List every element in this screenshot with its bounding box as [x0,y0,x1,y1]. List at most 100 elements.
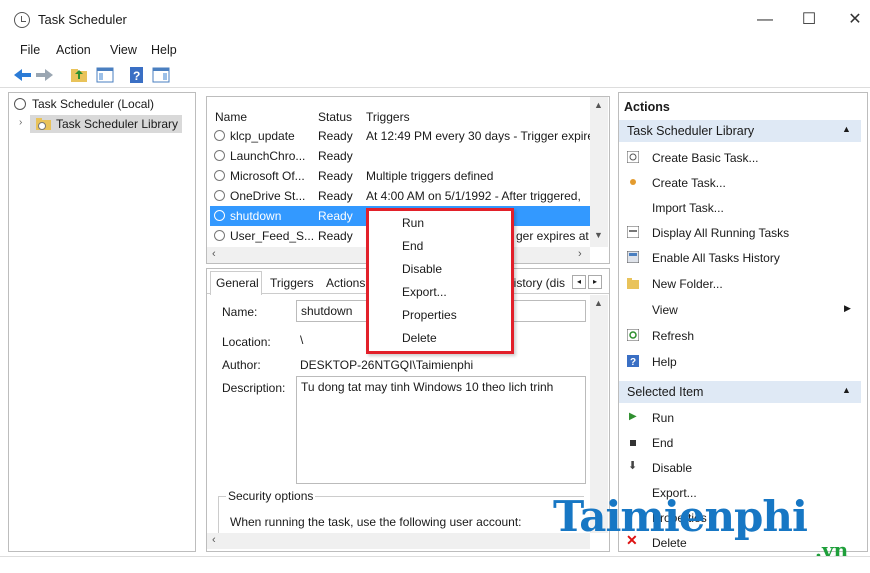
clock-icon [214,190,225,201]
context-menu [366,208,514,354]
create-basic-task-icon [627,151,639,163]
section-title: Task Scheduler Library [627,124,755,138]
name-label: Name: [222,305,258,319]
task-scheduler-clock-icon [14,12,30,28]
action-create-task[interactable]: Create Task... [652,176,726,190]
tab-scroll-left-icon[interactable]: ◂ [572,275,586,289]
task-status: Ready [318,169,353,183]
column-header-triggers[interactable]: Triggers [366,110,410,124]
menu-action[interactable]: Action [56,43,91,57]
action-help[interactable]: Help [652,355,677,369]
scroll-down-arrow-icon[interactable]: ▼ [594,230,603,240]
action-refresh[interactable]: Refresh [652,329,694,343]
running-tasks-icon [627,226,639,238]
menu-view[interactable]: View [110,43,137,57]
task-triggers: ger expires at [516,229,589,243]
action-end[interactable]: End [652,436,673,450]
task-triggers: At 12:49 PM every 30 days - Trigger expi… [366,129,590,143]
tab-triggers[interactable]: Triggers [270,276,314,290]
show-hide-console-tree-icon[interactable] [96,66,114,84]
action-disable[interactable]: Disable [652,461,692,475]
show-hide-action-pane-icon[interactable] [152,66,170,84]
author-label: Author: [222,358,261,372]
actions-section-library[interactable]: Task Scheduler Library [619,120,861,142]
minimize-button[interactable]: — [752,8,778,32]
detail-horizontal-scrollbar[interactable] [207,533,590,549]
refresh-icon [627,329,639,341]
context-menu-delete[interactable]: Delete [402,331,437,345]
folder-up-icon[interactable] [70,66,88,84]
back-arrow-icon[interactable] [14,68,32,82]
action-view[interactable]: View [652,303,678,317]
action-new-folder[interactable]: New Folder... [652,277,723,291]
task-status: Ready [318,229,353,243]
collapse-arrow-icon[interactable]: ▲ [842,124,851,134]
tab-general[interactable]: General [216,276,259,290]
disable-arrow-icon: ⬇ [628,460,638,472]
context-menu-export[interactable]: Export... [402,285,447,299]
location-value: \ [300,333,304,347]
forward-arrow-icon[interactable] [36,68,54,82]
location-label: Location: [222,335,271,349]
maximize-button[interactable]: ☐ [796,8,822,32]
task-status: Ready [318,189,353,203]
tab-actions[interactable]: Actions [326,276,365,290]
table-row[interactable]: OneDrive St... Ready At 4:00 AM on 5/1/199… [210,186,590,206]
column-header-status[interactable]: Status [318,110,352,124]
scroll-right-arrow-icon[interactable]: › [578,248,582,260]
scroll-up-arrow-icon[interactable]: ▲ [594,100,603,110]
table-row[interactable]: klcp_update Ready At 12:49 PM every 30 day… [210,126,590,146]
help-book-icon[interactable]: ? [128,66,146,84]
clock-icon [214,150,225,161]
task-status: Ready [318,149,353,163]
task-status: Ready [318,129,353,143]
actions-header: Actions [624,100,670,114]
action-import-task[interactable]: Import Task... [652,201,724,215]
svg-text:?: ? [630,357,636,367]
table-row[interactable]: Microsoft Of... Ready Multiple triggers de… [210,166,590,186]
context-menu-properties[interactable]: Properties [402,308,457,322]
tab-scroll-right-icon[interactable]: ▸ [588,275,602,289]
scroll-up-arrow-icon[interactable]: ▲ [594,298,603,308]
actions-section-selected-item[interactable]: Selected Item [619,381,861,403]
collapse-arrow-icon[interactable]: ▲ [842,385,851,395]
author-value: DESKTOP-26NTGQI\Taimienphi [300,358,474,372]
clock-icon [214,230,225,241]
tab-history[interactable]: History (dis [505,276,565,290]
create-task-icon [630,179,636,185]
console-tree-pane [8,92,196,552]
folder-clock-icon [36,118,51,130]
clock-icon [214,130,225,141]
menu-help[interactable]: Help [151,43,177,57]
task-status: Ready [318,209,353,223]
window-title: Task Scheduler [38,12,127,27]
task-triggers: Multiple triggers defined [366,169,494,183]
svg-text:?: ? [133,69,140,83]
description-field[interactable]: Tu dong tat may tinh Windows 10 theo lic… [296,376,586,484]
help-icon: ? [627,355,639,367]
task-name: klcp_update [230,129,295,143]
action-display-running-tasks[interactable]: Display All Running Tasks [652,226,789,240]
close-button[interactable]: ✕ [842,8,868,32]
context-menu-disable[interactable]: Disable [402,262,442,276]
action-run[interactable]: Run [652,411,674,425]
menu-file[interactable]: File [20,43,40,57]
scroll-left-arrow-icon[interactable]: ‹ [212,248,216,260]
table-row[interactable]: LaunchChro... Ready [210,146,590,166]
context-menu-run[interactable]: Run [402,216,424,230]
security-account-text: When running the task, use the following… [230,515,522,529]
tasklist-vertical-scrollbar[interactable] [590,97,608,247]
task-triggers: At 4:00 AM on 5/1/1992 - After triggered… [366,189,581,203]
scroll-left-arrow-icon[interactable]: ‹ [212,534,216,546]
action-create-basic-task[interactable]: Create Basic Task... [652,151,759,165]
task-name: OneDrive St... [230,189,306,203]
end-icon [630,440,636,446]
new-folder-icon [627,278,639,289]
task-name: Microsoft Of... [230,169,305,183]
action-enable-tasks-history[interactable]: Enable All Tasks History [652,251,780,265]
tree-root-local[interactable]: Task Scheduler (Local) [32,97,154,111]
context-menu-end[interactable]: End [402,239,423,253]
tree-item-task-scheduler-library[interactable]: Task Scheduler Library [56,117,178,131]
expand-chevron-icon[interactable]: › [19,117,22,128]
column-header-name[interactable]: Name [215,110,247,124]
